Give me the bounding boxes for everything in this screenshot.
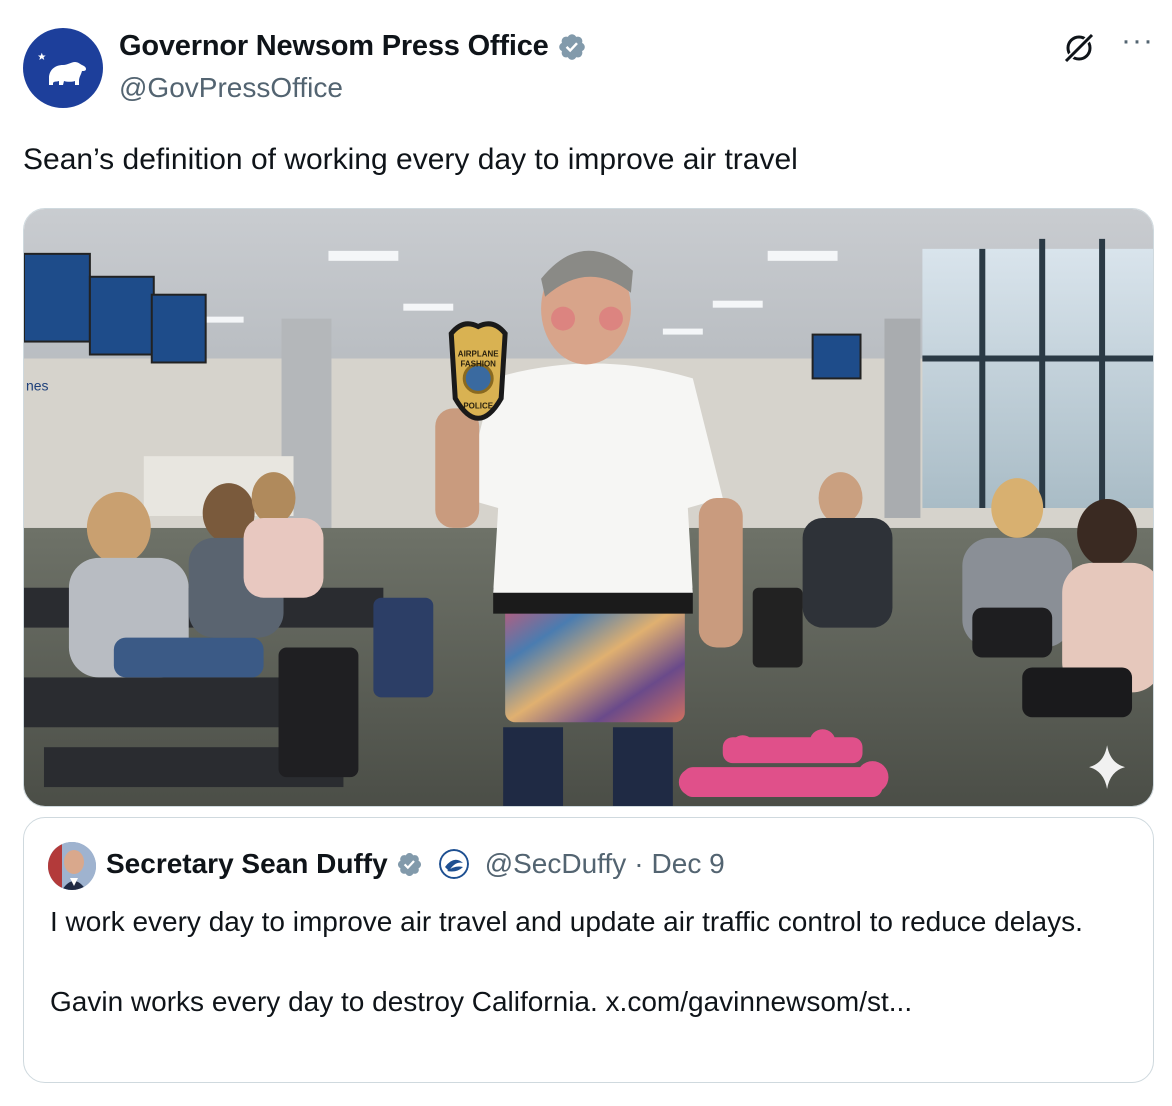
author-handle[interactable]: @GovPressOffice [119,72,343,104]
dot-affiliation-logo-icon[interactable] [438,849,469,879]
tweet-text: Sean’s definition of working every day t… [23,143,798,176]
verified-badge-icon[interactable] [396,851,423,878]
quoted-tweet-header: Secretary Sean Duffy @SecDuffy · Dec 9 [106,848,725,880]
author-display-name[interactable]: Governor Newsom Press Office [119,30,549,63]
author-name-row: Governor Newsom Press Office [119,30,587,63]
quoted-author-name[interactable]: Secretary Sean Duffy [106,848,388,880]
quoted-author-handle[interactable]: @SecDuffy [485,848,627,880]
airline-sign-text: nes [26,377,49,393]
author-avatar[interactable] [23,28,103,108]
badge-line-2: FASHION [460,359,496,368]
more-options-icon[interactable]: ··· [1121,26,1154,56]
badge-line-1: AIRPLANE [458,350,499,359]
california-bear-icon [37,52,86,85]
badge-line-3: POLICE [463,401,493,410]
tweet-media-image[interactable]: nes AIRPLANE FASHION POLICE [23,208,1154,807]
quoted-date[interactable]: Dec 9 [652,848,725,880]
quoted-separator: · [634,848,644,879]
airport-gate-scene: nes AIRPLANE FASHION POLICE [24,209,1153,806]
quoted-tweet-text: I work every day to improve air travel a… [50,902,1130,1022]
grok-icon[interactable] [1061,30,1097,66]
quoted-author-avatar[interactable] [48,842,96,890]
quoted-text-line-1: I work every day to improve air travel a… [50,906,1083,937]
quoted-tweet[interactable]: Secretary Sean Duffy @SecDuffy · Dec 9 I… [23,817,1154,1083]
tweet-top-actions: ··· [1061,26,1154,66]
quoted-text-line-2: Gavin works every day to destroy Califor… [50,986,913,1017]
verified-badge-icon[interactable] [557,32,587,62]
airplane-fashion-police-badge: AIRPLANE FASHION POLICE [448,321,508,421]
